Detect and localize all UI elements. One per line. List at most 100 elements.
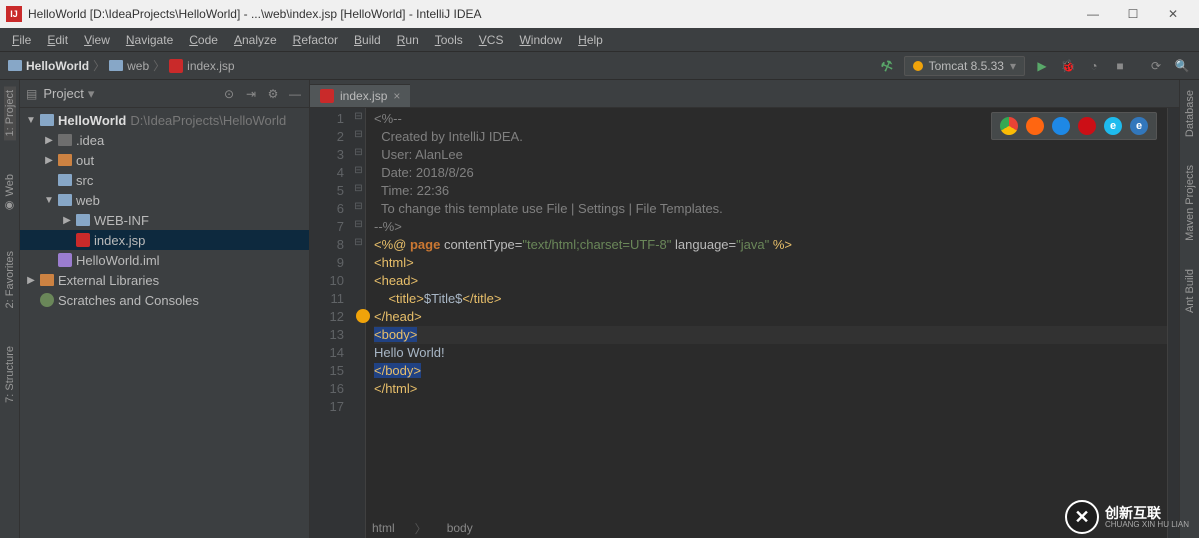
tool-window-maven-projects[interactable]: Maven Projects: [1184, 161, 1196, 245]
ie-browser-button[interactable]: e: [1104, 117, 1122, 135]
project-panel-title[interactable]: Project: [43, 86, 83, 101]
error-stripe[interactable]: [1167, 108, 1179, 538]
expand-arrow[interactable]: ▼: [26, 115, 36, 126]
tree-item-src[interactable]: src: [20, 170, 309, 190]
firefox-browser-button[interactable]: [1026, 117, 1044, 135]
menu-code[interactable]: Code: [181, 31, 226, 49]
menu-build[interactable]: Build: [346, 31, 389, 49]
tool-window----structure[interactable]: 7: Structure: [4, 342, 16, 407]
code-content[interactable]: <%-- Created by IntelliJ IDEA. User: Ala…: [366, 108, 1167, 538]
menu-tools[interactable]: Tools: [427, 31, 471, 49]
breadcrumb-node-body[interactable]: body: [441, 521, 479, 535]
close-button[interactable]: ✕: [1153, 0, 1193, 28]
collapse-all-button[interactable]: ⇥: [243, 86, 259, 102]
menu-refactor[interactable]: Refactor: [285, 31, 346, 49]
tool-window-database[interactable]: Database: [1184, 86, 1196, 141]
tree-item-web[interactable]: ▼web: [20, 190, 309, 210]
close-tab-icon[interactable]: ×: [393, 89, 400, 103]
expand-arrow[interactable]: ▶: [44, 155, 54, 166]
folder-orange-icon: [58, 154, 72, 166]
menu-view[interactable]: View: [76, 31, 118, 49]
build-button[interactable]: ⚒: [875, 54, 898, 77]
chrome-browser-button[interactable]: [1000, 117, 1018, 135]
navigation-toolbar: HelloWorld〉web〉index.jsp ⚒ Tomcat 8.5.33…: [0, 52, 1199, 80]
tool-window----favorites[interactable]: 2: Favorites: [4, 247, 16, 312]
tree-item-scratches-and-consoles[interactable]: Scratches and Consoles: [20, 290, 309, 310]
tree-item--idea[interactable]: ▶.idea: [20, 130, 309, 150]
folder-blue-icon: [76, 214, 90, 226]
tree-item-helloworld[interactable]: ▼HelloWorld D:\IdeaProjects\HelloWorld: [20, 110, 309, 130]
update-button[interactable]: ⟳: [1147, 57, 1165, 75]
folder-blue-icon: [58, 194, 72, 206]
tool-window---web[interactable]: ◉ Web: [3, 170, 16, 216]
editor-area: index.jsp × 1234567891011121314151617 ⊟⊟…: [310, 80, 1179, 538]
folder-icon: [109, 60, 123, 71]
tree-item-index-jsp[interactable]: index.jsp: [20, 230, 309, 250]
jsp-icon: [320, 89, 334, 103]
left-tool-stripe: 1: Project ◉ Web 2: Favorites 7: Structure: [0, 80, 20, 538]
editor-tabs: index.jsp ×: [310, 80, 1179, 108]
browser-preview-bar: ee: [991, 112, 1157, 140]
tree-item-web-inf[interactable]: ▶WEB-INF: [20, 210, 309, 230]
chevron-down-icon: ▾: [1010, 59, 1016, 73]
run-button[interactable]: ▶: [1033, 57, 1051, 75]
menu-help[interactable]: Help: [570, 31, 611, 49]
watermark: ✕ 创新互联 CHUANG XIN HU LIAN: [1065, 500, 1189, 534]
line-number-gutter: 1234567891011121314151617: [310, 108, 352, 538]
run-config-label: Tomcat 8.5.33: [929, 59, 1004, 73]
project-tree[interactable]: ▼HelloWorld D:\IdeaProjects\HelloWorld▶.…: [20, 108, 309, 538]
expand-arrow[interactable]: ▶: [62, 215, 72, 226]
tool-window----project[interactable]: 1: Project: [4, 86, 16, 140]
right-tool-stripe: Database Maven Projects Ant Build: [1179, 80, 1199, 538]
tomcat-icon: [913, 61, 923, 71]
fold-gutter[interactable]: ⊟⊟⊟⊟⊟⊟⊟⊟: [352, 108, 366, 538]
breadcrumb: HelloWorld〉web〉index.jsp: [8, 57, 878, 74]
scratch-icon: [40, 293, 54, 307]
menu-navigate[interactable]: Navigate: [118, 31, 181, 49]
menu-edit[interactable]: Edit: [39, 31, 76, 49]
menu-window[interactable]: Window: [511, 31, 570, 49]
opera-browser-button[interactable]: [1078, 117, 1096, 135]
settings-button[interactable]: ⚙: [265, 86, 281, 102]
folder-blue-icon: [40, 114, 54, 126]
structure-breadcrumb[interactable]: html〉body: [366, 518, 479, 538]
run-config-selector[interactable]: Tomcat 8.5.33 ▾: [904, 56, 1025, 76]
window-title: HelloWorld [D:\IdeaProjects\HelloWorld] …: [28, 7, 1073, 21]
menu-bar: FileEditViewNavigateCodeAnalyzeRefactorB…: [0, 28, 1199, 52]
jsp-icon: [76, 233, 90, 247]
tree-item-helloworld-iml[interactable]: HelloWorld.iml: [20, 250, 309, 270]
tree-item-external-libraries[interactable]: ▶External Libraries: [20, 270, 309, 290]
breadcrumb-index-jsp[interactable]: index.jsp: [169, 59, 234, 73]
scroll-from-source-button[interactable]: ⊙: [221, 86, 237, 102]
menu-run[interactable]: Run: [389, 31, 427, 49]
folder-blue-icon: [58, 174, 72, 186]
menu-file[interactable]: File: [4, 31, 39, 49]
chevron-down-icon[interactable]: ▾: [88, 86, 95, 102]
tree-item-out[interactable]: ▶out: [20, 150, 309, 170]
menu-analyze[interactable]: Analyze: [226, 31, 285, 49]
breadcrumb-helloworld[interactable]: HelloWorld: [8, 59, 89, 73]
project-panel: ▤ Project ▾ ⊙ ⇥ ⚙ — ▼HelloWorld D:\IdeaP…: [20, 80, 310, 538]
tool-window-ant-build[interactable]: Ant Build: [1184, 265, 1196, 317]
hide-panel-button[interactable]: —: [287, 86, 303, 102]
tab-label: index.jsp: [340, 89, 387, 103]
tab-index-jsp[interactable]: index.jsp ×: [310, 84, 410, 107]
edge-browser-button[interactable]: e: [1130, 117, 1148, 135]
menu-vcs[interactable]: VCS: [471, 31, 512, 49]
debug-button[interactable]: 🐞: [1059, 57, 1077, 75]
safari-browser-button[interactable]: [1052, 117, 1070, 135]
editor-body[interactable]: 1234567891011121314151617 ⊟⊟⊟⊟⊟⊟⊟⊟ <%-- …: [310, 108, 1179, 538]
watermark-subtext: CHUANG XIN HU LIAN: [1105, 520, 1189, 529]
minimize-button[interactable]: —: [1073, 0, 1113, 28]
search-everywhere-button[interactable]: 🔍: [1173, 57, 1191, 75]
expand-arrow[interactable]: ▶: [26, 275, 36, 286]
maximize-button[interactable]: ☐: [1113, 0, 1153, 28]
expand-arrow[interactable]: ▼: [44, 195, 54, 206]
breadcrumb-node-html[interactable]: html: [366, 521, 401, 535]
stop-button[interactable]: ■: [1111, 57, 1129, 75]
breadcrumb-web[interactable]: web: [109, 59, 149, 73]
iml-icon: [58, 253, 72, 267]
expand-arrow[interactable]: ▶: [44, 135, 54, 146]
coverage-button[interactable]: ◔: [1085, 57, 1103, 75]
intention-bulb-icon[interactable]: [356, 309, 370, 323]
